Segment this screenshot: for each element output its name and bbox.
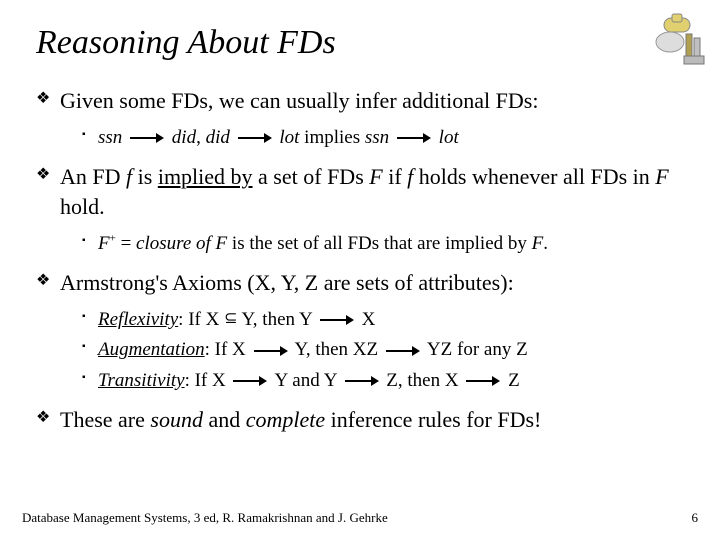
text: Y, then Y [237, 309, 316, 330]
slide: Reasoning About FDs Given some FDs, we c… [0, 0, 720, 540]
closure-term: closure of F [136, 233, 227, 254]
did-1: did [172, 127, 196, 148]
complete-term: complete [246, 407, 325, 432]
bullet-given-fds: Given some FDs, we can usually infer add… [36, 86, 690, 152]
worker-icon [636, 12, 706, 66]
var-F: F [369, 164, 382, 189]
text: a set of FDs [253, 164, 370, 189]
did-2: did [206, 127, 230, 148]
page-number: 6 [692, 510, 699, 526]
text: X [357, 309, 375, 330]
arrow-icon [254, 346, 288, 356]
bullet-implied-by: An FD f is implied by a set of FDs F if … [36, 162, 690, 258]
sound-term: sound [150, 407, 203, 432]
bullet-text: Armstrong's Axioms (X, Y, Z are sets of … [60, 270, 514, 295]
axiom-name: Reflexivity [98, 309, 178, 330]
footer: Database Management Systems, 3 ed, R. Ra… [22, 510, 698, 526]
f-plus-symbol: F+ [98, 233, 116, 254]
text: An FD [60, 164, 126, 189]
axiom-augmentation: Augmentation: If X Y, then XZ YZ for any… [82, 336, 690, 365]
arrow-icon [386, 346, 420, 356]
text: : If X [185, 370, 231, 391]
var-F2: F [655, 164, 668, 189]
arrow-icon [238, 133, 272, 143]
text: Z [503, 370, 519, 391]
text: if [383, 164, 407, 189]
axiom-transitivity: Transitivity: If X Y and Y Z, then X Z [82, 367, 690, 396]
implied-by-term: implied by [158, 164, 253, 189]
text: is the set of all FDs that are implied b… [227, 233, 531, 254]
footer-left: Database Management Systems, 3 ed, R. Ra… [22, 510, 388, 526]
text: These are [60, 407, 150, 432]
arrow-icon [320, 315, 354, 325]
text: inference rules for FDs! [325, 407, 541, 432]
var-F: F [532, 233, 544, 254]
arrow-icon [397, 133, 431, 143]
bullet-sound-complete: These are sound and complete inference r… [36, 405, 690, 435]
sub-example: ssn did, did lot implies ssn lot [82, 124, 690, 153]
arrow-icon [130, 133, 164, 143]
axiom-name: Transitivity [98, 370, 185, 391]
arrow-icon [233, 376, 267, 386]
var-f2: f [407, 164, 419, 189]
ssn-2: ssn [365, 127, 389, 148]
ssn-1: ssn [98, 127, 122, 148]
text: Y and Y [270, 370, 341, 391]
arrow-icon [345, 376, 379, 386]
text: YZ for any Z [423, 339, 528, 360]
sub-closure: F+ = closure of F is the set of all FDs … [82, 230, 690, 259]
comma: , [196, 127, 206, 148]
axiom-reflexivity: Reflexivity: If X ⊆ Y, then Y X [82, 306, 690, 335]
bullet-text: Given some FDs, we can usually infer add… [60, 88, 538, 113]
text: hold. [60, 194, 105, 219]
text: and [203, 407, 246, 432]
implies-text: implies [304, 127, 365, 148]
axiom-name: Augmentation [98, 339, 205, 360]
bullet-list: Given some FDs, we can usually infer add… [36, 86, 690, 435]
arrow-icon [466, 376, 500, 386]
page-title: Reasoning About FDs [36, 24, 690, 62]
lot-1: lot [279, 127, 299, 148]
text: Z, then X [382, 370, 464, 391]
text: : If X [178, 309, 224, 330]
text: Y, then XZ [291, 339, 383, 360]
text: : If X [205, 339, 251, 360]
text: holds whenever all FDs in [419, 164, 655, 189]
dot: . [543, 233, 548, 254]
subset-icon: ⊆ [224, 311, 237, 327]
text: = [116, 233, 136, 254]
bullet-armstrong: Armstrong's Axioms (X, Y, Z are sets of … [36, 268, 690, 395]
text: is [132, 164, 158, 189]
lot-2: lot [439, 127, 459, 148]
corner-clipart [636, 12, 706, 66]
